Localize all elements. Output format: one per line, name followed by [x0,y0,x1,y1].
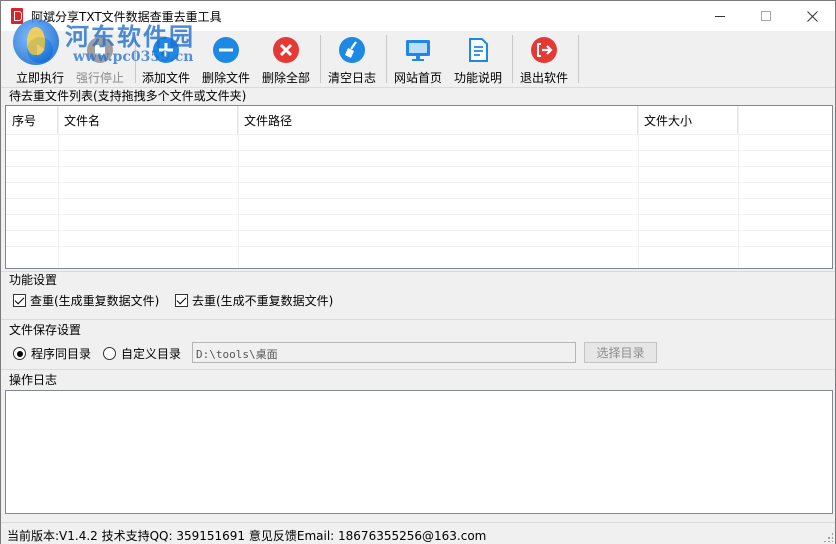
checkbox-checked-icon [13,294,26,307]
minus-circle-icon [211,35,241,65]
custom-dir-radio[interactable]: 自定义目录 [103,345,181,362]
save-settings-label: 文件保存设置 [9,323,82,337]
check-duplicate-label: 查重(生成重复数据文件) [30,294,160,308]
x-circle-icon [271,35,301,65]
function-settings-label: 功能设置 [9,273,58,287]
select-directory-button[interactable]: 选择目录 [584,342,657,363]
delete-all-label: 删除全部 [261,71,310,85]
table-row [6,134,832,150]
save-path-input[interactable]: D:\tools\桌面 [192,342,576,363]
delete-all-button[interactable]: 删除全部 [258,33,314,85]
force-stop-button[interactable]: 强行停止 [71,33,129,85]
table-body[interactable] [6,134,832,268]
play-icon [25,35,55,65]
document-icon [463,35,493,65]
execute-button[interactable]: 立即执行 [11,33,69,85]
table-row [6,230,832,246]
same-dir-label: 程序同目录 [31,347,92,361]
minimize-icon [715,15,725,17]
divider [1,319,835,320]
column-header-index[interactable]: 序号 [6,106,58,134]
toolbar-separator [386,35,387,83]
file-list-label: 待去重文件列表(支持拖拽多个文件或文件夹) [9,89,247,103]
status-text: 当前版本:V1.4.2 技术支持QQ: 359151691 意见反馈Email:… [7,529,487,543]
close-button[interactable] [789,1,835,31]
minimize-button[interactable] [697,1,743,31]
help-label: 功能说明 [453,71,502,85]
column-divider [638,106,639,268]
add-file-button[interactable]: 添加文件 [138,33,194,85]
maximize-icon [761,11,771,21]
add-file-label: 添加文件 [141,71,190,85]
delete-file-button[interactable]: 删除文件 [198,33,254,85]
custom-dir-label: 自定义目录 [121,347,182,361]
status-bar: 当前版本:V1.4.2 技术支持QQ: 359151691 意见反馈Email:… [1,522,835,544]
execute-label: 立即执行 [15,71,64,85]
toolbar-separator [512,35,513,83]
website-home-label: 网站首页 [393,71,442,85]
table-row [6,198,832,214]
window-title: 阿斌分享TXT文件数据查重去重工具 [31,10,222,24]
column-divider [238,106,239,268]
close-icon [806,10,818,22]
column-header-filename[interactable]: 文件名 [58,106,238,134]
help-button[interactable]: 功能说明 [450,33,506,85]
checkbox-checked-icon [175,294,188,307]
exit-button[interactable]: 退出软件 [516,33,572,85]
force-stop-label: 强行停止 [75,71,124,85]
log-textarea[interactable] [5,390,833,514]
app-window: 阿斌分享TXT文件数据查重去重工具 立即执行 强行停止 添加文件 删除文件 删除… [0,0,836,544]
broom-icon [337,35,367,65]
check-duplicate-checkbox[interactable]: 查重(生成重复数据文件) [13,292,159,309]
exit-icon [529,35,559,65]
divider [1,271,835,272]
table-row [6,150,832,166]
toolbar-separator [135,35,136,83]
column-header-filesize[interactable]: 文件大小 [638,106,738,134]
plus-circle-icon [151,35,181,65]
table-row [6,182,832,198]
exit-label: 退出软件 [519,71,568,85]
toolbar-separator [578,35,579,83]
column-header-filepath[interactable]: 文件路径 [238,106,638,134]
table-row [6,214,832,230]
app-logo-icon [11,8,23,24]
table-header: 序号 文件名 文件路径 文件大小 [6,106,832,134]
clear-log-label: 清空日志 [327,71,376,85]
resize-grip-icon[interactable] [823,532,833,542]
column-divider [58,106,59,268]
table-row [6,166,832,182]
toolbar-separator [320,35,321,83]
title-bar: 阿斌分享TXT文件数据查重去重工具 [1,1,835,31]
toolbar: 立即执行 强行停止 添加文件 删除文件 删除全部 清空日志 网站首页 功能说明 … [1,31,835,86]
same-dir-radio[interactable]: 程序同目录 [13,345,91,362]
table-row [6,246,832,262]
column-divider [738,106,739,268]
clear-log-button[interactable]: 清空日志 [324,33,380,85]
monitor-icon [403,35,433,65]
divider [1,369,835,370]
stop-icon [85,35,115,65]
deduplicate-checkbox[interactable]: 去重(生成不重复数据文件) [175,292,333,309]
maximize-button[interactable] [743,1,789,31]
delete-file-label: 删除文件 [201,71,250,85]
radio-unchecked-icon [103,347,116,360]
log-label: 操作日志 [9,373,58,387]
radio-checked-icon [13,347,26,360]
file-list-table[interactable]: 序号 文件名 文件路径 文件大小 [5,105,833,269]
deduplicate-label: 去重(生成不重复数据文件) [192,294,334,308]
website-home-button[interactable]: 网站首页 [390,33,446,85]
